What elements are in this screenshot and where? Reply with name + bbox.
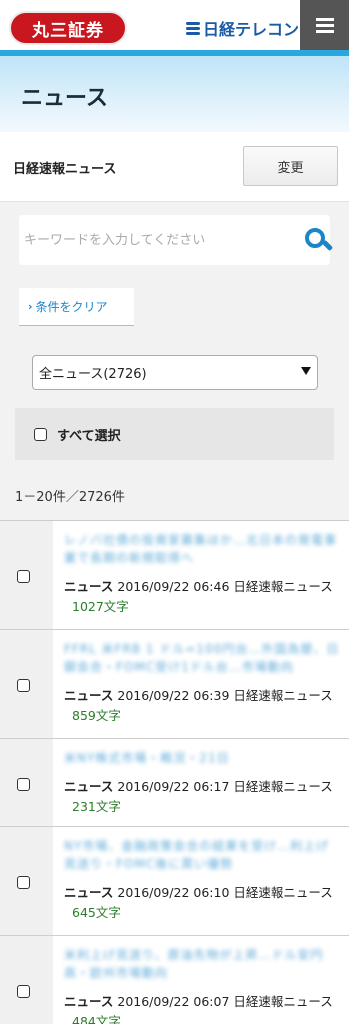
news-item[interactable]: FFRL 米FRB 1 ドル=100円台…外国為替、日銀会合・FOMC受け1ドル… — [0, 630, 349, 739]
news-kind: ニュース — [64, 688, 114, 703]
news-list: レノバ社債の投資家募集ほか…北日本の発電事業で長期の新規取得へ ニュース 201… — [0, 520, 349, 1024]
news-headline[interactable]: レノバ社債の投資家募集ほか…北日本の発電事業で長期の新規取得へ — [64, 531, 341, 567]
news-item[interactable]: レノバ社債の投資家募集ほか…北日本の発電事業で長期の新規取得へ ニュース 201… — [0, 521, 349, 630]
news-kind: ニュース — [64, 779, 114, 794]
news-item-checkbox[interactable] — [17, 876, 30, 889]
news-char-count: 859文字 — [72, 708, 121, 723]
news-filter-value: 全ニュース(2726) — [39, 367, 147, 382]
news-datetime: 2016/09/22 06:39 — [117, 688, 230, 703]
news-datetime: 2016/09/22 06:07 — [117, 994, 230, 1009]
search-box — [19, 215, 334, 265]
news-meta: ニュース 2016/09/22 06:39 日経速報ニュース 859文字 — [64, 686, 341, 726]
clear-conditions-button[interactable]: › 条件をクリア — [19, 288, 134, 326]
news-datetime: 2016/09/22 06:10 — [117, 885, 230, 900]
title-band: ニュース — [0, 56, 349, 132]
news-source: 日経速報ニュース — [233, 885, 333, 900]
news-char-count: 645文字 — [72, 905, 121, 920]
search-icon[interactable] — [305, 228, 334, 254]
news-item-checkbox[interactable] — [17, 777, 30, 791]
news-source: 日経速報ニュース — [233, 779, 333, 794]
select-all-row: すべて選択 — [15, 408, 334, 460]
news-meta: ニュース 2016/09/22 06:46 日経速報ニュース 1027文字 — [64, 577, 341, 617]
news-item[interactable]: 米NY株式市場・概況・21日 ニュース 2016/09/22 06:17 日経速… — [0, 739, 349, 827]
news-headline[interactable]: 米利上げ見送り、原油先物が上昇…ドル安円高・欧州市場動向 — [64, 946, 341, 982]
search-input[interactable] — [24, 225, 274, 255]
news-headline[interactable]: 米NY株式市場・概況・21日 — [64, 749, 341, 767]
news-char-count: 1027文字 — [72, 599, 129, 614]
news-source: 日経速報ニュース — [233, 994, 333, 1009]
page-title: ニュース — [21, 86, 108, 111]
news-item-checkbox[interactable] — [17, 570, 30, 583]
news-source: 日経速報ニュース — [233, 688, 333, 703]
news-headline[interactable]: FFRL 米FRB 1 ドル=100円台…外国為替、日銀会合・FOMC受け1ドル… — [64, 640, 341, 676]
select-all-label[interactable]: すべて選択 — [57, 425, 121, 444]
menu-button[interactable] — [300, 0, 349, 50]
news-source: 日経速報ニュース — [233, 579, 333, 594]
nikkei-telecom-logo: 日経テレコン — [186, 17, 299, 39]
news-meta: ニュース 2016/09/22 06:17 日経速報ニュース 231文字 — [64, 777, 341, 817]
news-char-count: 231文字 — [72, 799, 121, 814]
result-count: 1－20件／2726件 — [15, 490, 125, 505]
news-kind: ニュース — [64, 579, 114, 594]
news-item[interactable]: NY市場、金融政策会合の結果を受け…利上げ見送り・FOMC後に買い優勢 ニュース… — [0, 827, 349, 936]
top-bar: 丸三証券 日経テレコン — [0, 0, 349, 50]
nikkei-logo-icon — [186, 21, 200, 35]
chevron-right-icon: › — [28, 300, 33, 313]
news-item-checkbox[interactable] — [17, 985, 30, 998]
news-datetime: 2016/09/22 06:46 — [117, 579, 230, 594]
news-char-count: 484文字 — [72, 1014, 121, 1024]
nikkei-telecom-text: 日経テレコン — [203, 20, 300, 39]
hamburger-menu-icon — [315, 15, 334, 36]
clear-conditions-label: 条件をクリア — [35, 300, 108, 314]
marusan-logo[interactable]: 丸三証券 — [9, 11, 127, 45]
change-category-button[interactable]: 変更 — [243, 146, 338, 186]
news-kind: ニュース — [64, 994, 114, 1009]
news-kind: ニュース — [64, 885, 114, 900]
news-meta: ニュース 2016/09/22 06:10 日経速報ニュース 645文字 — [64, 883, 341, 923]
news-filter-select[interactable]: 全ニュース(2726) — [32, 355, 318, 390]
news-meta: ニュース 2016/09/22 06:07 日経速報ニュース 484文字 — [64, 992, 341, 1024]
category-row: 日経速報ニュース 変更 — [0, 132, 349, 202]
news-item[interactable]: 米利上げ見送り、原油先物が上昇…ドル安円高・欧州市場動向 ニュース 2016/0… — [0, 936, 349, 1024]
news-datetime: 2016/09/22 06:17 — [117, 779, 230, 794]
news-headline[interactable]: NY市場、金融政策会合の結果を受け…利上げ見送り・FOMC後に買い優勢 — [64, 837, 341, 873]
dropdown-arrow-icon — [301, 367, 311, 375]
news-item-checkbox[interactable] — [17, 679, 30, 692]
select-all-checkbox[interactable] — [34, 427, 47, 441]
category-label: 日経速報ニュース — [13, 162, 117, 177]
